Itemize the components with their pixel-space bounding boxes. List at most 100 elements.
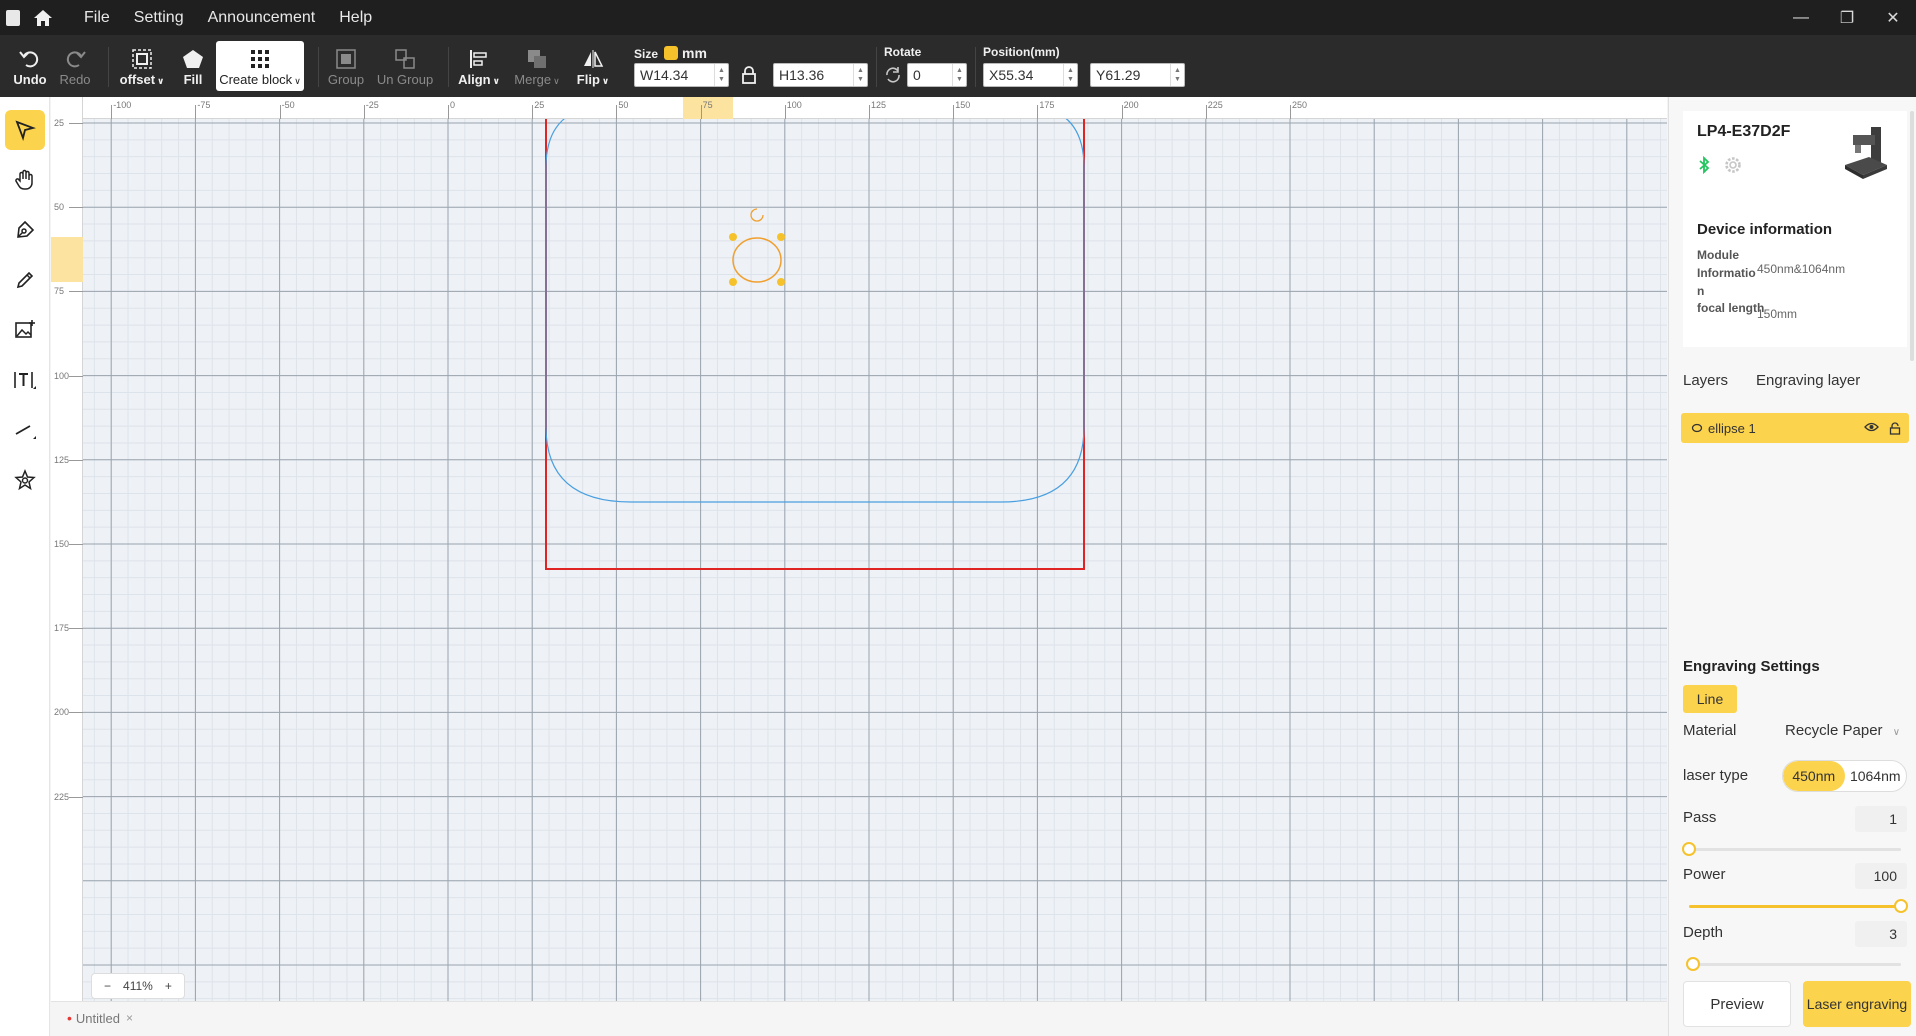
group-button[interactable]: Group: [326, 35, 366, 97]
design-canvas[interactable]: -100 -75 -50 -25 0 25 50 75 100 125 150 175 200 225 25…: [51, 97, 1667, 1001]
x-position-input[interactable]: X 55.34 ▲ ▼: [983, 63, 1078, 87]
pass-slider[interactable]: [1682, 842, 1901, 856]
unit-label: mm: [682, 45, 707, 61]
flip-button[interactable]: Flip ∨: [572, 35, 614, 97]
ruler-label: 100: [786, 100, 802, 110]
pencil-tool[interactable]: [5, 260, 45, 300]
ungroup-button[interactable]: Un Group: [374, 35, 436, 97]
module-info-key: Module Informatio n: [1697, 248, 1756, 298]
ruler-tick: [616, 105, 618, 119]
height-input[interactable]: H 13.36 ▲ ▼: [773, 63, 868, 87]
toolbar-divider: [318, 47, 319, 87]
rotate-handle-icon[interactable]: [750, 208, 764, 222]
pan-tool[interactable]: [5, 160, 45, 200]
chevron-down-icon: ∨: [492, 75, 500, 86]
panel-scrollbar[interactable]: [1910, 111, 1914, 361]
tab-line[interactable]: Line: [1683, 685, 1737, 713]
y-position-input[interactable]: Y 61.29 ▲ ▼: [1090, 63, 1185, 87]
laser-1064nm-option[interactable]: 1064nm: [1845, 761, 1907, 791]
chevron-down-icon: ∨: [601, 75, 610, 86]
x-stepper[interactable]: ▲ ▼: [1063, 64, 1077, 86]
redo-button[interactable]: Redo: [55, 35, 95, 97]
preview-button[interactable]: Preview: [1683, 981, 1791, 1027]
width-input[interactable]: W 14.34 ▲ ▼: [634, 63, 729, 87]
power-slider[interactable]: [1689, 899, 1908, 913]
document-tab[interactable]: • Untitled ×: [67, 1010, 133, 1026]
home-icon[interactable]: [32, 7, 54, 29]
width-stepper[interactable]: ▲ ▼: [714, 64, 728, 86]
selection-handle[interactable]: [777, 278, 785, 286]
ruler-label: 150: [955, 100, 971, 110]
lock-icon[interactable]: [741, 65, 757, 90]
close-tab-icon[interactable]: ×: [126, 1011, 133, 1025]
menu-help[interactable]: Help: [327, 0, 384, 35]
close-button[interactable]: ✕: [1870, 0, 1916, 35]
chevron-down-icon: ∨: [294, 75, 301, 86]
rotate-stepper[interactable]: ▲ ▼: [952, 64, 966, 86]
eye-icon[interactable]: [1864, 422, 1879, 432]
group-label: Group: [327, 71, 365, 87]
zoom-out-button[interactable]: −: [98, 979, 117, 993]
tab-engraving-layer[interactable]: Engraving layer: [1756, 372, 1860, 389]
ruler-tick: [195, 105, 197, 119]
y-stepper[interactable]: ▲ ▼: [1170, 64, 1184, 86]
power-input[interactable]: 100: [1855, 863, 1907, 889]
line-tool[interactable]: [5, 410, 45, 450]
merge-icon: [526, 46, 548, 72]
offset-button[interactable]: offset ∨: [116, 35, 168, 97]
device-info-title: Device information: [1697, 221, 1833, 238]
create-block-label: Create block: [219, 71, 293, 87]
tab-layers[interactable]: Layers: [1683, 372, 1728, 389]
zoom-in-button[interactable]: +: [159, 979, 178, 993]
undo-icon: [19, 46, 41, 72]
unit-toggle[interactable]: [664, 46, 679, 60]
merge-button[interactable]: Merge ∨: [510, 35, 564, 97]
selection-handle[interactable]: [729, 278, 737, 286]
canvas-grid[interactable]: [51, 97, 1667, 1001]
material-select[interactable]: Recycle Paper ∨: [1785, 722, 1900, 739]
pen-tool[interactable]: [5, 210, 45, 250]
menu-announcement[interactable]: Announcement: [196, 0, 328, 35]
shape-tool[interactable]: [5, 460, 45, 500]
ruler-label: 125: [871, 100, 887, 110]
create-block-button[interactable]: Create block ∨: [216, 41, 304, 91]
undo-button[interactable]: Undo: [10, 35, 50, 97]
ruler-label: 75: [702, 100, 713, 110]
height-stepper[interactable]: ▲ ▼: [853, 64, 867, 86]
text-tool[interactable]: [5, 360, 45, 400]
layer-item[interactable]: ellipse 1: [1681, 413, 1909, 443]
text-icon: [14, 372, 36, 389]
ruler-tick: [953, 105, 955, 119]
selection-handle[interactable]: [729, 233, 737, 241]
x-value: 55.34: [998, 67, 1034, 83]
depth-slider-knob[interactable]: [1686, 957, 1701, 971]
pointer-arrow-icon: [15, 120, 36, 141]
material-value: Recycle Paper: [1785, 722, 1883, 739]
selection-handle[interactable]: [777, 233, 785, 241]
ruler-highlight: [51, 237, 83, 282]
fill-label: Fill: [183, 71, 203, 87]
power-slider-knob[interactable]: [1894, 899, 1908, 913]
select-tool[interactable]: [5, 110, 45, 150]
ellipse-shape[interactable]: [732, 237, 782, 283]
depth-slider[interactable]: [1686, 957, 1901, 971]
minimize-button[interactable]: —: [1778, 0, 1824, 35]
laser-engraving-button[interactable]: Laser engraving: [1803, 981, 1911, 1027]
fill-pentagon-icon: [182, 46, 204, 72]
redo-label: Redo: [59, 71, 91, 87]
unlock-icon[interactable]: [1889, 421, 1901, 435]
menu-setting[interactable]: Setting: [122, 0, 196, 35]
ruler-tick: [69, 544, 83, 545]
gear-icon[interactable]: [1723, 155, 1743, 178]
image-tool[interactable]: [5, 310, 45, 350]
restore-button[interactable]: ❐: [1824, 0, 1870, 35]
offset-label: offset: [119, 71, 156, 87]
pass-input[interactable]: 1: [1855, 806, 1907, 832]
pass-slider-knob[interactable]: [1682, 842, 1696, 856]
depth-input[interactable]: 3: [1855, 921, 1907, 947]
align-button[interactable]: Align ∨: [456, 35, 502, 97]
fill-button[interactable]: Fill: [178, 35, 208, 97]
menu-file[interactable]: File: [72, 0, 122, 35]
laser-450nm-option[interactable]: 450nm: [1783, 761, 1845, 791]
rotate-input[interactable]: 0 ▲ ▼: [907, 63, 967, 87]
